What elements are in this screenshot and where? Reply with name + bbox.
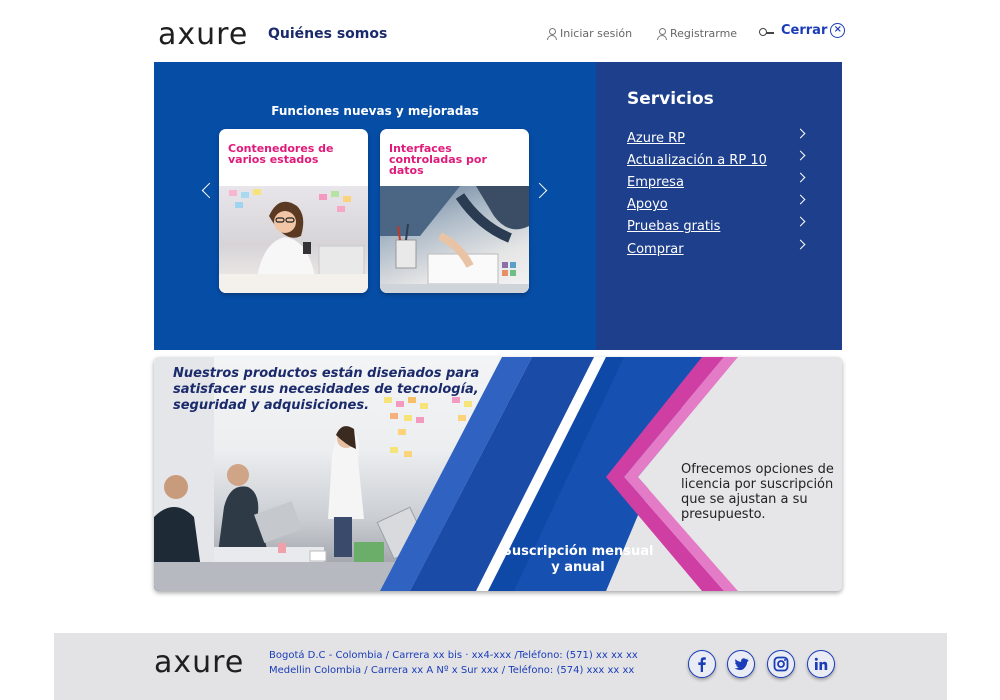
subscription-label: Suscripción mensual y anual (502, 544, 654, 575)
key-icon[interactable] (759, 28, 775, 36)
banner-headline: Nuestros productos están diseñados para … (173, 366, 480, 413)
address-medellin: Medellin Colombia / Carrera xx A Nº x Su… (269, 665, 635, 676)
services-panel: Servicios Azure RP Actualización a RP 10… (596, 62, 842, 350)
register-label: Registrarme (670, 27, 738, 40)
feature-card[interactable]: Interfaces controladas por datos (380, 129, 529, 293)
service-item-upgrade[interactable]: Actualización a RP 10 (627, 149, 807, 168)
feature-card[interactable]: Contenedores de varios estados (219, 129, 368, 293)
service-label: Apoyo (627, 197, 668, 212)
service-item-buy[interactable]: Comprar (627, 238, 807, 257)
service-label: Actualización a RP 10 (627, 153, 767, 168)
chevron-right-icon (795, 172, 806, 183)
banner-description: Ofrecemos opciones de licencia por suscr… (681, 462, 834, 522)
service-label: Comprar (627, 242, 684, 257)
service-item-azure-rp[interactable]: Azure RP (627, 127, 807, 146)
carousel-prev-icon[interactable] (200, 180, 214, 202)
close-icon: × (830, 23, 846, 38)
login-link[interactable]: Iniciar sesión (547, 27, 632, 40)
chevron-right-icon (795, 216, 806, 227)
register-link[interactable]: Registrarme (657, 27, 737, 40)
card-image (219, 186, 368, 293)
instagram-icon[interactable] (767, 650, 795, 678)
service-label: Empresa (627, 175, 684, 190)
login-label: Iniciar sesión (560, 27, 633, 40)
close-button[interactable]: Cerrar × (781, 23, 846, 38)
logo-text: axure (154, 645, 245, 680)
page: axure Quiénes somos Iniciar sesión Regis… (0, 0, 1000, 700)
chevron-right-icon (795, 128, 806, 139)
features-title: Funciones nuevas y mejoradas (271, 104, 479, 118)
user-icon (657, 27, 667, 40)
chevron-right-icon (795, 150, 806, 161)
axure-logo[interactable]: axure (158, 20, 248, 50)
services-title: Servicios (627, 89, 714, 109)
about-us-link[interactable]: Quiénes somos (268, 26, 387, 42)
twitter-icon[interactable] (727, 650, 755, 678)
footer: axure Bogotá D.C - Colombia / Carrera xx… (54, 633, 947, 700)
card-title: Contenedores de varios estados (228, 142, 334, 166)
user-icon (547, 27, 557, 40)
close-label: Cerrar (781, 23, 828, 38)
hero-section: Funciones nuevas y mejoradas Contenedore… (154, 62, 842, 350)
address-bogota: Bogotá D.C - Colombia / Carrera xx bis ·… (269, 650, 638, 661)
facebook-icon[interactable] (688, 650, 716, 678)
service-item-enterprise[interactable]: Empresa (627, 171, 807, 190)
chevron-right-icon (795, 239, 806, 250)
logo-text: axure (158, 17, 249, 52)
service-label: Azure RP (627, 131, 686, 146)
footer-logo[interactable]: axure (154, 648, 244, 678)
card-image (380, 186, 529, 293)
card-title: Interfaces controladas por datos (389, 142, 487, 177)
chevron-right-icon (795, 194, 806, 205)
promo-banner: Nuestros productos están diseñados para … (154, 357, 842, 591)
service-item-trial[interactable]: Pruebas gratis (627, 215, 807, 234)
linkedin-icon[interactable] (807, 650, 835, 678)
service-label: Pruebas gratis (627, 219, 721, 234)
service-item-support[interactable]: Apoyo (627, 193, 807, 212)
carousel-next-icon[interactable] (534, 180, 548, 202)
